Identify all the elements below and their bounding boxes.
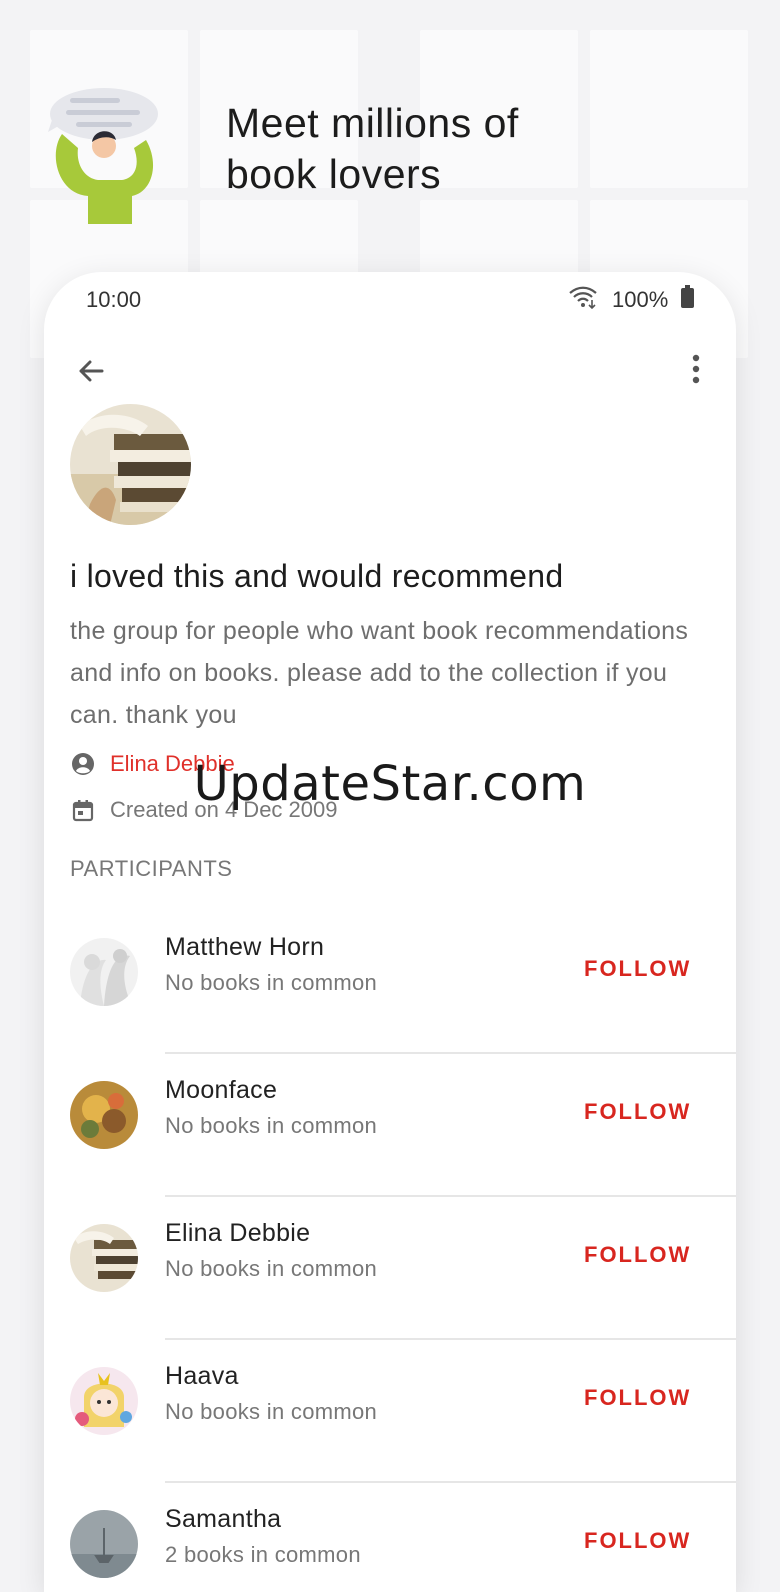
back-arrow-icon[interactable]	[74, 354, 108, 388]
participant-avatar	[70, 1224, 138, 1292]
participant-row[interactable]: Moonface No books in common FOLLOW	[44, 1076, 736, 1224]
participant-subtitle: 2 books in common	[165, 1542, 361, 1567]
group-title: i loved this and would recommend	[70, 558, 564, 594]
promo-illustration	[48, 84, 162, 226]
group-description: the group for people who want book recom…	[70, 617, 689, 729]
participant-row[interactable]: Samantha 2 books in common FOLLOW	[44, 1505, 736, 1592]
follow-button[interactable]: FOLLOW	[584, 1242, 691, 1268]
battery-icon	[681, 285, 694, 308]
more-vert-icon[interactable]	[680, 352, 712, 386]
row-divider	[165, 1195, 736, 1197]
participant-avatar	[70, 1510, 138, 1578]
participant-subtitle: No books in common	[165, 1256, 378, 1281]
participant-name: Samantha	[165, 1505, 282, 1533]
participant-avatar	[70, 1367, 138, 1435]
wifi-icon	[568, 284, 598, 315]
promo-title: Meet millions of book lovers	[226, 98, 646, 200]
participant-subtitle: No books in common	[165, 970, 378, 995]
phone-screen: 10:00 100% i loved this and would recomm…	[44, 272, 736, 1592]
group-avatar	[70, 404, 191, 525]
status-bar: 10:00 100%	[44, 272, 736, 328]
participant-name: Haava	[165, 1362, 239, 1390]
participant-name: Matthew Horn	[165, 933, 325, 961]
participant-name: Elina Debbie	[165, 1219, 311, 1247]
participant-name: Moonface	[165, 1076, 278, 1104]
participant-subtitle: No books in common	[165, 1113, 378, 1138]
participant-avatar	[70, 1081, 138, 1149]
row-divider	[165, 1481, 736, 1483]
participant-row[interactable]: Elina Debbie No books in common FOLLOW	[44, 1219, 736, 1367]
participant-row[interactable]: Matthew Horn No books in common FOLLOW	[44, 933, 736, 1081]
follow-button[interactable]: FOLLOW	[584, 1385, 691, 1411]
follow-button[interactable]: FOLLOW	[584, 1099, 691, 1125]
promo-title-line-2: book lovers	[226, 151, 442, 197]
participants-header: PARTICIPANTS	[70, 856, 233, 881]
row-divider	[165, 1052, 736, 1054]
follow-button[interactable]: FOLLOW	[584, 956, 691, 982]
participant-avatar	[70, 938, 138, 1006]
row-divider	[165, 1338, 736, 1340]
status-time: 10:00	[86, 287, 142, 312]
promo-title-line-1: Meet millions of	[226, 100, 519, 146]
battery-percent: 100%	[612, 287, 669, 312]
participant-row[interactable]: Haava No books in common FOLLOW	[44, 1362, 736, 1510]
participant-subtitle: No books in common	[165, 1399, 378, 1424]
watermark-text: UpdateStar.com	[193, 756, 587, 812]
follow-button[interactable]: FOLLOW	[584, 1528, 691, 1554]
